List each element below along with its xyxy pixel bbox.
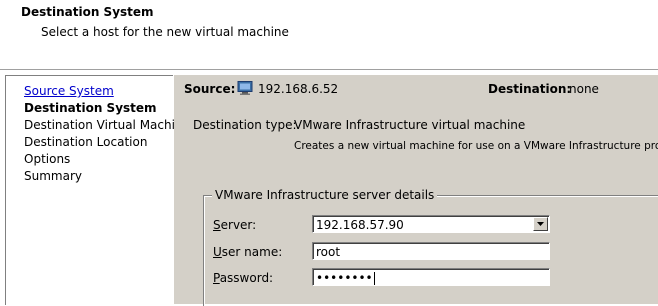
server-select[interactable]: 192.168.57.90 — [312, 215, 550, 233]
server-label-accelerator: S — [213, 218, 221, 232]
source-value: 192.168.6.52 — [258, 82, 339, 96]
password-label-accelerator: P — [213, 271, 220, 285]
server-select-value: 192.168.57.90 — [316, 218, 404, 232]
server-label: Server: — [213, 218, 256, 232]
destination-label: Destination: — [488, 82, 572, 96]
server-label-text: erver: — [220, 218, 257, 232]
destination-value: none — [569, 82, 599, 96]
page-subtitle: Select a host for the new virtual machin… — [41, 25, 289, 39]
sidebar-item-destination-location: Destination Location — [24, 135, 148, 149]
header-divider-highlight — [0, 70, 658, 71]
username-label: User name: — [213, 245, 282, 259]
destination-type-description: Creates a new virtual machine for use on… — [294, 140, 658, 152]
destination-system-panel: Source: 192.168.6.52 Destination: none D… — [174, 75, 658, 306]
wizard-header: Destination System Select a host for the… — [0, 0, 658, 68]
text-cursor — [373, 272, 375, 285]
server-details-group: VMware Infrastructure server details Ser… — [203, 188, 658, 306]
username-label-accelerator: U — [213, 245, 222, 259]
username-field-value: root — [316, 245, 341, 259]
source-label: Source: — [184, 82, 236, 96]
monitor-icon — [237, 81, 253, 95]
chevron-down-icon[interactable] — [533, 217, 548, 231]
password-label: Password: — [213, 271, 273, 285]
username-field[interactable]: root — [312, 242, 550, 260]
password-field-content: •••••••• — [316, 269, 375, 287]
wizard-steps-sidebar: Source System Destination System Destina… — [5, 75, 190, 305]
sidebar-item-destination-virtual-machine: Destination Virtual Machine — [24, 118, 190, 132]
sidebar-item-source-system[interactable]: Source System — [24, 84, 114, 98]
destination-type-value: VMware Infrastructure virtual machine — [294, 118, 526, 132]
password-label-text: assword: — [219, 271, 274, 285]
password-field[interactable]: •••••••• — [312, 268, 550, 286]
sidebar-item-summary: Summary — [24, 169, 82, 183]
page-title: Destination System — [21, 5, 154, 19]
server-details-legend: VMware Infrastructure server details — [212, 188, 438, 202]
username-label-text: ser name: — [221, 245, 283, 259]
password-field-value: •••••••• — [316, 271, 373, 285]
sidebar-item-destination-system: Destination System — [24, 101, 157, 115]
sidebar-item-options: Options — [24, 152, 71, 166]
destination-type-label: Destination type: — [193, 118, 297, 132]
